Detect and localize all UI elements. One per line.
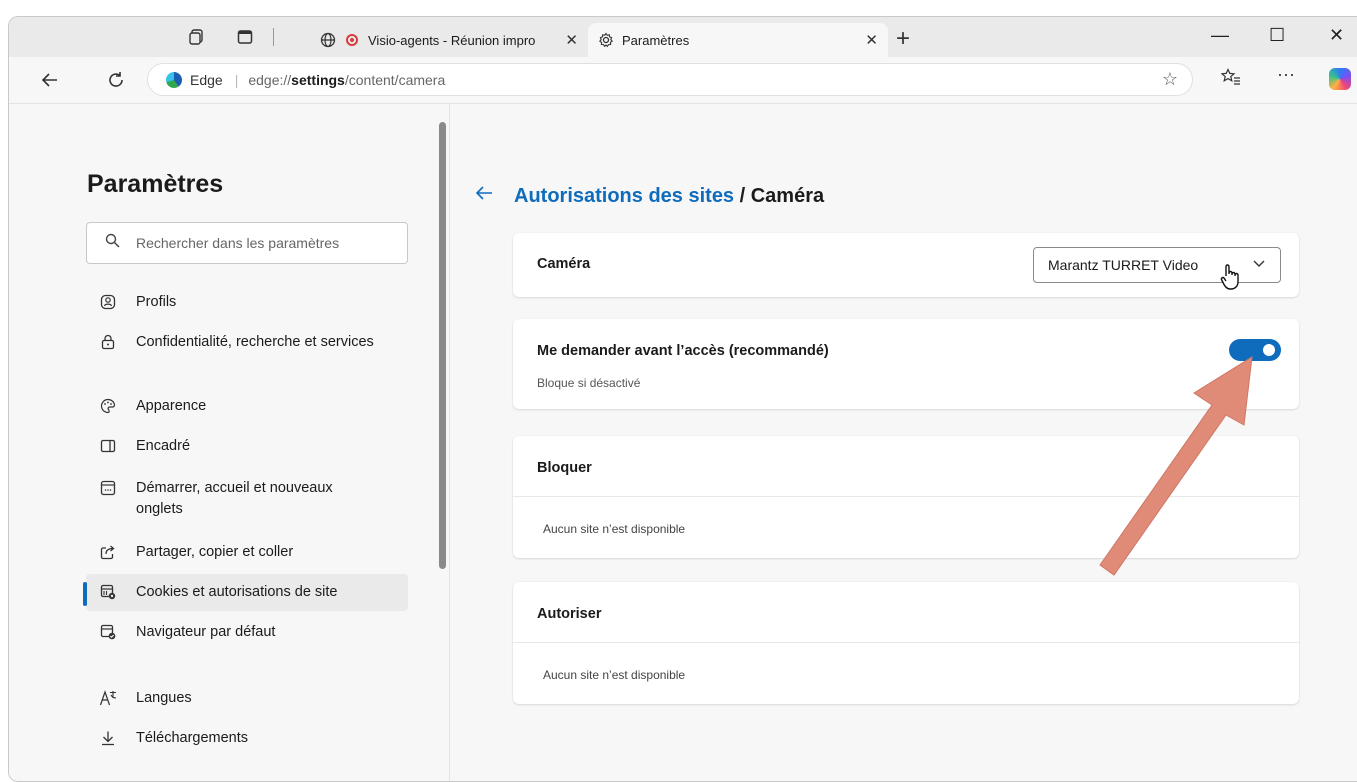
ask-before-access-description: Bloque si désactivé — [537, 376, 641, 390]
close-window-button[interactable]: ✕ — [1329, 25, 1344, 46]
close-tab-icon[interactable]: ✕ — [565, 31, 578, 49]
sidebar-item-navigateur[interactable]: Navigateur par défaut — [86, 614, 408, 651]
tab-separator — [273, 28, 274, 46]
favorite-star-icon[interactable]: ☆ — [1162, 69, 1178, 90]
sidebar-item-partager[interactable]: Partager, copier et coller — [86, 534, 408, 571]
refresh-button[interactable] — [103, 67, 129, 93]
camera-device-select[interactable]: Marantz TURRET Video — [1033, 247, 1281, 283]
back-arrow-icon[interactable] — [475, 184, 493, 207]
settings-search[interactable] — [86, 222, 408, 264]
sidebar-title: Paramètres — [87, 170, 224, 198]
default-browser-icon — [98, 622, 118, 642]
sidebar-item-confidentialite[interactable]: Confidentialité, recherche et services — [86, 324, 408, 361]
sidebar-item-label: Cookies et autorisations de site — [136, 584, 338, 600]
sidebar-item-label: Navigateur par défaut — [136, 624, 276, 640]
address-toolbar: Edge | edge://settings/content/camera ☆ … — [9, 57, 1357, 104]
tab-bar: Visio-agents - Réunion impro ✕ Paramètre… — [9, 17, 1357, 57]
sidebar-item-telechargements[interactable]: Téléchargements — [86, 720, 408, 757]
camera-device-value: Marantz TURRET Video — [1048, 257, 1199, 273]
settings-sidebar: Paramètres Profils Confidentialité, rech… — [9, 104, 447, 781]
url-host: settings — [291, 71, 345, 88]
hand-cursor-icon — [1219, 263, 1243, 298]
url-prefix: edge:// — [248, 71, 292, 88]
share-icon — [98, 542, 118, 562]
copilot-icon[interactable] — [1329, 68, 1351, 90]
sidebar-item-apparence[interactable]: Apparence — [86, 388, 408, 425]
edge-logo-icon — [166, 71, 182, 88]
minimize-button[interactable]: — — [1211, 25, 1229, 46]
url-path: /content/camera — [344, 71, 446, 88]
globe-icon — [320, 32, 336, 48]
sidebar-panel-icon — [98, 436, 118, 456]
sidebar-scrollbar[interactable] — [439, 122, 446, 569]
sidebar-item-label: Langues — [136, 690, 192, 706]
more-options-icon[interactable]: ··· — [1277, 64, 1295, 85]
page-title: Autorisations des sites / Caméra — [514, 185, 824, 208]
allow-card: Autoriser Aucun site n’est disponible — [513, 582, 1299, 704]
gear-icon — [598, 32, 614, 48]
search-input[interactable] — [134, 234, 388, 252]
annotation-arrow — [1099, 356, 1253, 576]
address-separator: | — [234, 71, 239, 88]
address-bar[interactable]: Edge | edge://settings/content/camera ☆ — [147, 63, 1193, 96]
back-button[interactable] — [37, 67, 63, 93]
palette-icon — [98, 396, 118, 416]
sidebar-item-label: Téléchargements — [136, 730, 249, 746]
cookie-settings-icon — [98, 582, 118, 602]
sidebar-item-label: Démarrer, accueil et nouveaux onglets — [136, 480, 333, 517]
search-icon — [105, 233, 120, 253]
sidebar-item-label: Profils — [136, 294, 177, 310]
lock-icon — [98, 332, 118, 352]
tab-title: Visio-agents - Réunion impro — [368, 32, 536, 48]
allow-empty-text: Aucun site n’est disponible — [543, 668, 686, 682]
camera-card: Caméra Marantz TURRET Video — [513, 233, 1299, 297]
home-tab-icon — [98, 478, 118, 498]
sidebar-item-demarrer[interactable]: Démarrer, accueil et nouveaux onglets — [86, 470, 408, 528]
allow-divider — [513, 642, 1299, 643]
download-icon — [98, 728, 118, 748]
breadcrumb-link[interactable]: Autorisations des sites — [514, 185, 734, 207]
tab-settings[interactable]: Paramètres ✕ — [588, 23, 888, 57]
sidebar-item-label: Encadré — [136, 438, 191, 454]
sidebar-item-langues[interactable]: Langues — [86, 680, 408, 717]
allow-label: Autoriser — [537, 606, 602, 622]
block-empty-text: Aucun site n’est disponible — [543, 522, 686, 536]
sidebar-item-cookies[interactable]: Cookies et autorisations de site — [86, 574, 408, 611]
sidebar-item-label: Apparence — [136, 398, 207, 414]
workspaces-icon[interactable] — [187, 27, 207, 47]
ask-before-access-label: Me demander avant l’accès (recommandé) — [537, 343, 829, 359]
close-tab-icon[interactable]: ✕ — [865, 31, 878, 49]
languages-icon — [98, 688, 118, 708]
maximize-button[interactable]: ☐ — [1269, 25, 1285, 46]
recording-icon — [344, 32, 360, 48]
vertical-tabs-icon[interactable] — [235, 27, 255, 47]
sidebar-item-label: Partager, copier et coller — [136, 544, 294, 560]
chevron-down-icon — [1252, 256, 1266, 273]
sidebar-item-label: Confidentialité, recherche et services — [136, 334, 374, 350]
camera-label: Caméra — [537, 256, 591, 272]
breadcrumb-separator: / — [734, 185, 751, 207]
block-label: Bloquer — [537, 460, 592, 476]
tab-visio-agents[interactable]: Visio-agents - Réunion impro ✕ — [310, 23, 588, 57]
sidebar-item-profils[interactable]: Profils — [86, 284, 408, 321]
breadcrumb-current: Caméra — [750, 185, 825, 207]
favorites-icon[interactable] — [1220, 68, 1241, 91]
address-bar-label: Edge — [190, 71, 223, 88]
sidebar-item-encadre[interactable]: Encadré — [86, 428, 408, 465]
tab-title: Paramètres — [622, 32, 690, 48]
selected-indicator — [83, 582, 87, 606]
new-tab-button[interactable]: + — [896, 25, 910, 53]
profile-icon — [98, 292, 118, 312]
